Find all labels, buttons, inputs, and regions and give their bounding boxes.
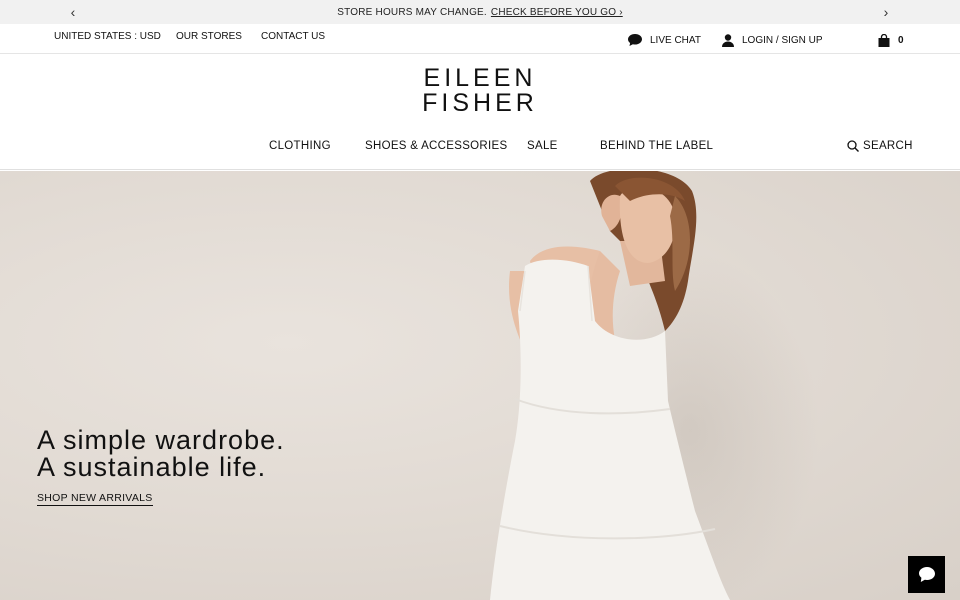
announcement-link[interactable]: CHECK BEFORE YOU GO › [491,7,623,18]
announcement-bar: ‹ STORE HOURS MAY CHANGE. CHECK BEFORE Y… [0,0,960,24]
chevron-right-icon[interactable]: › [874,0,898,24]
hero-headline: A simple wardrobe. A sustainable life. [37,427,285,481]
nav-behind-the-label[interactable]: BEHIND THE LABEL [600,140,713,152]
hero-model-image [490,171,730,600]
chat-bubble-icon [918,567,935,582]
login-signup-link[interactable]: LOGIN / SIGN UP [722,28,823,52]
user-icon [722,33,734,47]
chat-bubble-icon [628,34,642,46]
hero-headline-line-1: A simple wardrobe. [37,425,285,455]
nav-sale[interactable]: SALE [527,140,558,152]
utility-bar: UNITED STATES : USD OUR STORES CONTACT U… [0,24,960,54]
search-icon [847,140,859,152]
chevron-left-icon[interactable]: ‹ [61,0,85,24]
announcement-message: STORE HOURS MAY CHANGE. [337,6,487,18]
login-label: LOGIN / SIGN UP [742,34,823,46]
nav-clothing[interactable]: CLOTHING [269,140,331,152]
logo-line-1: EILEEN [423,64,537,92]
live-chat-link[interactable]: LIVE CHAT [628,28,701,52]
floating-chat-button[interactable] [908,556,945,593]
cart-count: 0 [898,34,904,46]
logo-line-2: FISHER [422,89,538,117]
search-button[interactable]: SEARCH [847,140,913,152]
our-stores-link[interactable]: OUR STORES [176,24,242,48]
search-label: SEARCH [863,140,913,152]
brand-logo[interactable]: EILEEN FISHER [0,66,960,116]
main-nav: CLOTHING SHOES & ACCESSORIES SALE BEHIND… [0,134,960,170]
locale-selector[interactable]: UNITED STATES : USD [54,24,161,48]
cart-button[interactable]: 0 [878,28,904,52]
shop-new-arrivals-link[interactable]: SHOP NEW ARRIVALS [37,492,153,506]
contact-us-link[interactable]: CONTACT US [261,24,325,48]
hero-headline-line-2: A sustainable life. [37,452,267,482]
nav-shoes-accessories[interactable]: SHOES & ACCESSORIES [365,140,507,152]
hero-banner[interactable]: A simple wardrobe. A sustainable life. S… [0,171,960,600]
live-chat-label: LIVE CHAT [650,34,701,46]
shopping-bag-icon [878,33,890,47]
